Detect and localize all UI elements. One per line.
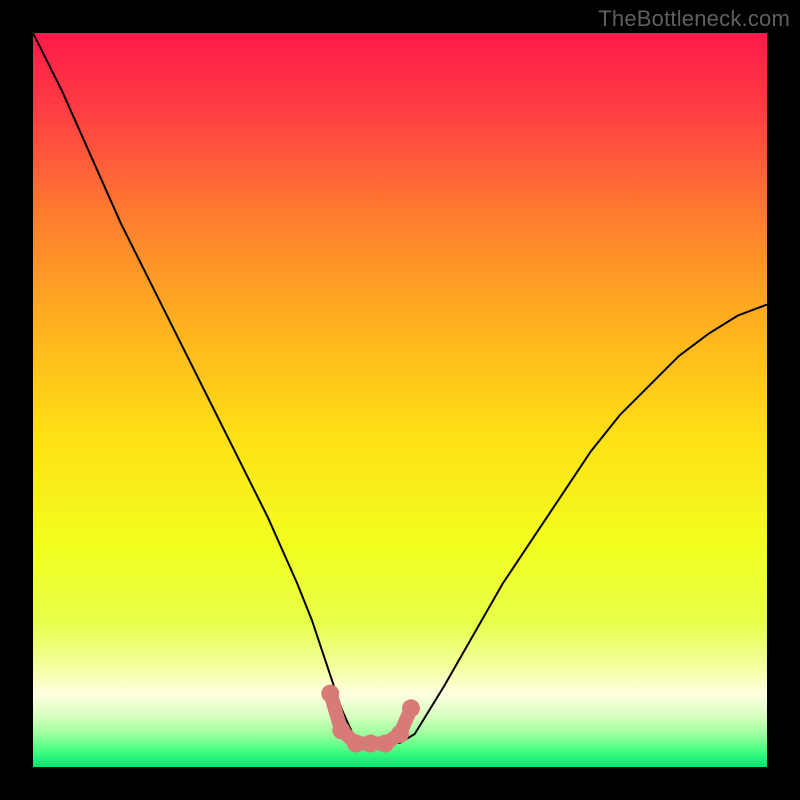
highlight-node (332, 721, 350, 739)
highlight-node (321, 685, 339, 703)
highlight-node (391, 725, 409, 743)
highlight-node (402, 699, 420, 717)
chart-svg (33, 33, 767, 767)
chart-background (33, 33, 767, 767)
watermark-text: TheBottleneck.com (598, 6, 790, 32)
chart-frame (33, 33, 767, 767)
